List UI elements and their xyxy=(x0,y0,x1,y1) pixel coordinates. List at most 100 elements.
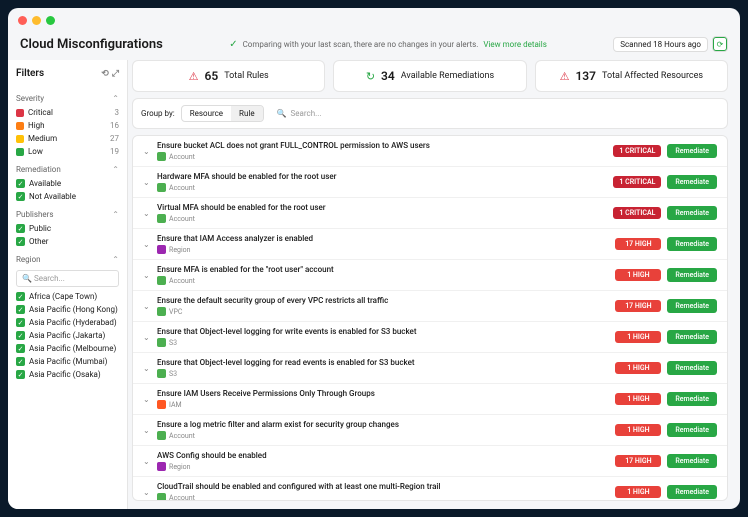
expand-icon[interactable]: ⌄ xyxy=(143,178,151,187)
search-icon: 🔍 xyxy=(277,109,287,118)
filter-item[interactable]: Critical3 xyxy=(16,106,119,119)
remediate-button[interactable]: Remediate xyxy=(667,237,717,251)
group-rule[interactable]: Rule xyxy=(231,106,263,121)
expand-icon[interactable]: ⌄ xyxy=(143,209,151,218)
severity-badge: 17 HIGH xyxy=(615,238,661,250)
severity-badge: 1 CRITICAL xyxy=(613,207,661,219)
resource-icon xyxy=(157,183,166,192)
rule-title: Ensure that Object-level logging for wri… xyxy=(157,327,609,336)
remediate-button[interactable]: Remediate xyxy=(667,144,717,158)
resource-icon xyxy=(157,307,166,316)
rule-row: ⌄ Virtual MFA should be enabled for the … xyxy=(133,198,727,229)
collapse-icon[interactable]: ⤢ xyxy=(112,69,119,79)
remediate-button[interactable]: Remediate xyxy=(667,268,717,282)
expand-icon[interactable]: ⌄ xyxy=(143,364,151,373)
rules-list: ⌄ Ensure bucket ACL does not grant FULL_… xyxy=(132,135,728,501)
min-dot[interactable] xyxy=(32,16,41,25)
rule-row: ⌄ CloudTrail should be enabled and confi… xyxy=(133,477,727,501)
expand-icon[interactable]: ⌄ xyxy=(143,488,151,497)
info-banner: ✓ Comparing with your last scan, there a… xyxy=(229,39,547,50)
remediate-button[interactable]: Remediate xyxy=(667,454,717,468)
rule-row: ⌄ Ensure that Object-level logging for r… xyxy=(133,353,727,384)
rule-title: Ensure IAM Users Receive Permissions Onl… xyxy=(157,389,609,398)
expand-icon[interactable]: ⌄ xyxy=(143,271,151,280)
page-title: Cloud Misconfigurations xyxy=(20,37,163,52)
group-by-toggle[interactable]: Resource Rule xyxy=(181,105,264,122)
severity-badge: 17 HIGH xyxy=(615,455,661,467)
reset-icon[interactable]: ⟲ xyxy=(101,69,109,79)
resource-icon xyxy=(157,152,166,161)
region-search[interactable]: 🔍 Search... xyxy=(16,270,119,287)
sync-icon: ↻ xyxy=(366,70,375,83)
resource-icon xyxy=(157,462,166,471)
expand-icon[interactable]: ⌄ xyxy=(143,333,151,342)
filter-item[interactable]: ✓Not Available xyxy=(16,190,119,203)
search-input[interactable]: 🔍 Search... xyxy=(270,109,719,118)
filter-item[interactable]: ✓Asia Pacific (Hyderabad) xyxy=(16,316,119,329)
rule-title: AWS Config should be enabled xyxy=(157,451,609,460)
refresh-button[interactable]: ⟳ xyxy=(712,36,728,52)
warn-icon: ⚠ xyxy=(189,70,199,83)
rule-title: Ensure a log metric filter and alarm exi… xyxy=(157,420,609,429)
severity-badge: 1 HIGH xyxy=(615,269,661,281)
expand-icon[interactable]: ⌄ xyxy=(143,240,151,249)
filter-group-severity[interactable]: Severity⌃ xyxy=(16,91,119,106)
remediate-button[interactable]: Remediate xyxy=(667,392,717,406)
filter-item[interactable]: Medium27 xyxy=(16,132,119,145)
resource-type: Account xyxy=(169,153,195,161)
resource-icon xyxy=(157,214,166,223)
remediate-button[interactable]: Remediate xyxy=(667,206,717,220)
filter-item[interactable]: ✓Asia Pacific (Osaka) xyxy=(16,368,119,381)
remediate-button[interactable]: Remediate xyxy=(667,299,717,313)
stat-card: ⚠137Total Affected Resources xyxy=(535,60,728,92)
resource-icon xyxy=(157,400,166,409)
remediate-button[interactable]: Remediate xyxy=(667,175,717,189)
remediate-button[interactable]: Remediate xyxy=(667,361,717,375)
filter-item[interactable]: ✓Africa (Cape Town) xyxy=(16,290,119,303)
filter-group-remediation[interactable]: Remediation⌃ xyxy=(16,162,119,177)
check-icon: ✓ xyxy=(229,39,237,50)
expand-icon[interactable]: ⌄ xyxy=(143,426,151,435)
rule-row: ⌄ Ensure the default security group of e… xyxy=(133,291,727,322)
filter-item[interactable]: ✓Asia Pacific (Melbourne) xyxy=(16,342,119,355)
resource-type: Account xyxy=(169,215,195,223)
severity-badge: 1 HIGH xyxy=(615,424,661,436)
filters-sidebar: Filters ⟲ ⤢ Severity⌃Critical3High16Medi… xyxy=(8,60,128,509)
filters-heading: Filters xyxy=(16,68,44,79)
resource-type: Account xyxy=(169,432,195,440)
expand-icon[interactable]: ⌄ xyxy=(143,147,151,156)
remediate-button[interactable]: Remediate xyxy=(667,485,717,499)
expand-icon[interactable]: ⌄ xyxy=(143,302,151,311)
view-details-link[interactable]: View more details xyxy=(483,40,546,49)
filter-item[interactable]: ✓Asia Pacific (Hong Kong) xyxy=(16,303,119,316)
remediate-button[interactable]: Remediate xyxy=(667,423,717,437)
remediate-button[interactable]: Remediate xyxy=(667,330,717,344)
warn-icon: ⚠ xyxy=(560,70,570,83)
severity-badge: 1 CRITICAL xyxy=(613,145,661,157)
rule-row: ⌄ Ensure that Object-level logging for w… xyxy=(133,322,727,353)
severity-badge: 1 CRITICAL xyxy=(613,176,661,188)
filter-item[interactable]: ✓Available xyxy=(16,177,119,190)
max-dot[interactable] xyxy=(46,16,55,25)
filter-group-publishers[interactable]: Publishers⌃ xyxy=(16,207,119,222)
filter-group-region[interactable]: Region⌃ xyxy=(16,252,119,267)
filter-item[interactable]: ✓Asia Pacific (Jakarta) xyxy=(16,329,119,342)
resource-type: S3 xyxy=(169,339,177,347)
expand-icon[interactable]: ⌄ xyxy=(143,457,151,466)
filter-item[interactable]: High16 xyxy=(16,119,119,132)
filter-item[interactable]: ✓Public xyxy=(16,222,119,235)
resource-icon xyxy=(157,338,166,347)
close-dot[interactable] xyxy=(18,16,27,25)
rule-title: Ensure MFA is enabled for the "root user… xyxy=(157,265,609,274)
filter-item[interactable]: Low19 xyxy=(16,145,119,158)
rule-row: ⌄ Ensure that IAM Access analyzer is ena… xyxy=(133,229,727,260)
severity-badge: 1 HIGH xyxy=(615,393,661,405)
filter-item[interactable]: ✓Asia Pacific (Mumbai) xyxy=(16,355,119,368)
filter-item[interactable]: ✓Other xyxy=(16,235,119,248)
rule-title: Ensure that IAM Access analyzer is enabl… xyxy=(157,234,609,243)
group-resource[interactable]: Resource xyxy=(182,106,231,121)
resource-type: S3 xyxy=(169,370,177,378)
resource-icon xyxy=(157,431,166,440)
expand-icon[interactable]: ⌄ xyxy=(143,395,151,404)
window-titlebar xyxy=(8,8,740,32)
